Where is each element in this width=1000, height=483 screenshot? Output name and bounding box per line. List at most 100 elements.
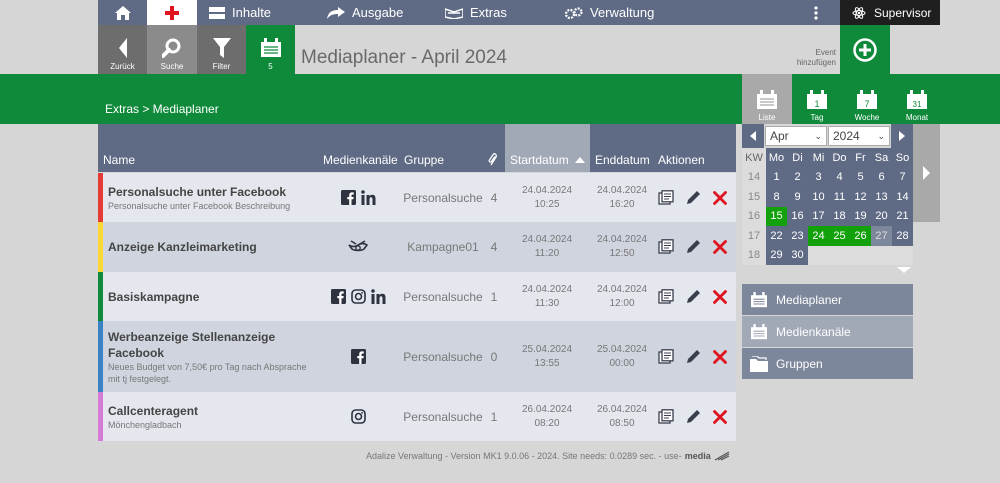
cal-day[interactable]: 8 (766, 187, 787, 207)
col-group[interactable]: Gruppe (404, 153, 444, 167)
copy-icon[interactable] (658, 190, 674, 210)
edit-icon[interactable] (686, 239, 701, 259)
delete-icon[interactable] (713, 289, 727, 309)
cal-day[interactable]: 12 (850, 187, 871, 207)
search-button[interactable]: Suche (147, 25, 197, 74)
cal-month-select[interactable]: Apr ⌄ (765, 126, 827, 146)
back-label: Zurück (110, 62, 135, 71)
edit-icon[interactable] (686, 409, 701, 429)
side-menu-medienkanaele[interactable]: Medienkanäle (742, 316, 913, 347)
breadcrumb[interactable]: Extras > Mediaplaner (105, 102, 219, 116)
paperclip-icon[interactable] (488, 153, 498, 169)
row-name[interactable]: Anzeige Kanzleimarketing (108, 239, 318, 255)
back-button[interactable]: Zurück (98, 25, 147, 74)
cal-expand-icon[interactable] (897, 267, 911, 273)
edit-icon[interactable] (686, 289, 701, 309)
copy-icon[interactable] (658, 409, 674, 429)
cal-day[interactable]: 13 (871, 187, 892, 207)
cal-week-number[interactable]: 15 (742, 187, 766, 207)
row-name[interactable]: Werbeanzeige Stellenanzeige Facebook (108, 329, 318, 361)
row-end-date: 24.04.2024 (596, 234, 648, 245)
cal-day[interactable]: 2 (787, 167, 808, 187)
cal-day[interactable]: 22 (766, 226, 787, 246)
copy-icon[interactable] (658, 349, 674, 369)
row-name[interactable]: Personalsuche unter Facebook (108, 184, 318, 200)
cal-day[interactable]: 7 (892, 167, 913, 187)
delete-icon[interactable] (713, 349, 727, 369)
table-row[interactable]: Anzeige Kanzleimarketing Kampagne01 4 24.04… (98, 222, 736, 272)
cal-day[interactable]: 4 (829, 167, 850, 187)
cal-day[interactable]: 20 (871, 206, 892, 226)
cal-prev-button[interactable] (742, 124, 764, 148)
view-day-button[interactable]: 1 Tag (792, 74, 842, 124)
cal-day[interactable]: 24 (808, 226, 829, 246)
col-name[interactable]: Name (103, 153, 135, 167)
event-count-button[interactable]: 5 (246, 25, 295, 74)
delete-icon[interactable] (713, 239, 727, 259)
cal-day[interactable]: 1 (766, 167, 787, 187)
view-week-button[interactable]: 7 Woche (842, 74, 892, 124)
row-name[interactable]: Basiskampagne (108, 289, 318, 305)
table-row[interactable]: Personalsuche unter Facebook Personalsuch… (98, 173, 736, 222)
cal-day[interactable]: 14 (892, 187, 913, 207)
cal-day[interactable]: 3 (808, 167, 829, 187)
nav-verwaltung[interactable]: Verwaltung (565, 0, 705, 25)
cal-day[interactable]: 25 (829, 226, 850, 246)
cal-day[interactable]: 6 (871, 167, 892, 187)
user-menu[interactable]: Supervisor (840, 0, 940, 25)
table-row[interactable]: Werbeanzeige Stellenanzeige Facebook Neue… (98, 321, 736, 392)
cal-day[interactable]: 28 (892, 226, 913, 246)
col-end[interactable]: Enddatum (595, 153, 650, 167)
cal-day[interactable]: 18 (829, 206, 850, 226)
row-name[interactable]: Callcenteragent (108, 403, 318, 419)
home-button[interactable] (98, 0, 147, 25)
nav-verwaltung-label: Verwaltung (590, 5, 655, 20)
cal-day[interactable]: 19 (850, 206, 871, 226)
nav-ausgabe-label: Ausgabe (352, 5, 404, 20)
table-row[interactable]: Basiskampagne Personalsuche 1 24.04.2024 11:… (98, 272, 736, 321)
cal-day[interactable]: 10 (808, 187, 829, 207)
cal-side-toggle[interactable] (913, 124, 940, 222)
facebook-icon (340, 190, 356, 210)
nav-extras[interactable]: Extras (445, 0, 555, 25)
add-event-button[interactable] (840, 25, 890, 74)
cal-day[interactable]: 11 (829, 187, 850, 207)
cal-day[interactable]: 29 (766, 245, 787, 265)
cal-next-button[interactable] (891, 124, 913, 148)
calendar-week-icon: 7 (857, 90, 877, 109)
cal-week-number[interactable]: 18 (742, 245, 766, 265)
cal-day[interactable]: 27 (871, 226, 892, 246)
cal-week-number[interactable]: 16 (742, 206, 766, 226)
table-row[interactable]: Callcenteragent Mönchengladbach Personalsu… (98, 392, 736, 441)
copy-icon[interactable] (658, 289, 674, 309)
edit-icon[interactable] (686, 349, 701, 369)
cal-day[interactable]: 9 (787, 187, 808, 207)
nav-inhalte[interactable]: Inhalte (197, 0, 307, 25)
col-start[interactable]: Startdatum (510, 153, 585, 167)
cal-day[interactable]: 16 (787, 206, 808, 226)
col-media[interactable]: Medienkanäle (323, 153, 398, 167)
filter-button[interactable]: Filter (197, 25, 246, 74)
side-menu-mediaplaner[interactable]: Mediaplaner (742, 284, 913, 315)
cal-day[interactable]: 26 (850, 226, 871, 246)
cal-day[interactable]: 23 (787, 226, 808, 246)
cal-year-select[interactable]: 2024 ⌄ (828, 126, 890, 146)
nav-ausgabe[interactable]: Ausgabe (327, 0, 437, 25)
cal-day[interactable]: 30 (787, 245, 808, 265)
cal-day[interactable]: 17 (808, 206, 829, 226)
view-month-button[interactable]: 31 Monat (892, 74, 942, 124)
cal-day[interactable]: 15 (766, 206, 787, 226)
cal-day[interactable]: 21 (892, 206, 913, 226)
cal-week-number[interactable]: 17 (742, 226, 766, 246)
more-menu-button[interactable] (808, 0, 824, 25)
delete-icon[interactable] (713, 409, 727, 429)
medical-cross-button[interactable] (147, 0, 197, 25)
view-list-button[interactable]: Liste (742, 74, 792, 124)
side-menu-gruppen[interactable]: Gruppen (742, 348, 913, 379)
cal-week-number[interactable]: 14 (742, 167, 766, 187)
delete-icon[interactable] (713, 190, 727, 210)
cal-day[interactable]: 5 (850, 167, 871, 187)
row-media-channels (328, 409, 388, 429)
copy-icon[interactable] (658, 239, 674, 259)
edit-icon[interactable] (686, 190, 701, 210)
